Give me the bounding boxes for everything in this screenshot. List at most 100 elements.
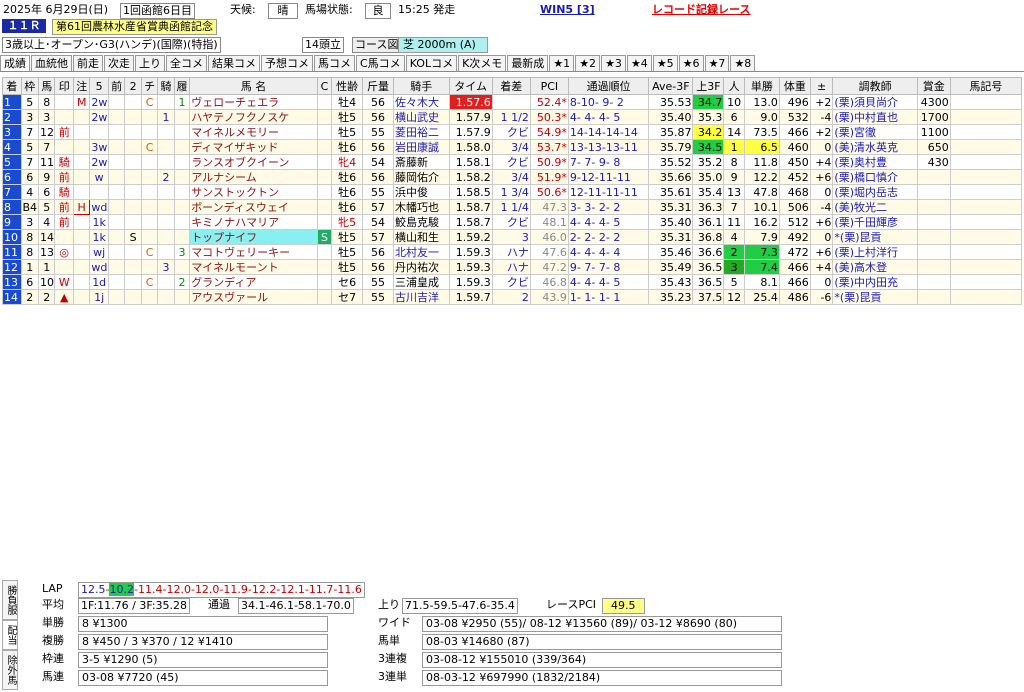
tab-12[interactable]: 最新成 [507,55,549,71]
column-header[interactable]: ± [809,77,834,95]
tab-1[interactable]: 血統他 [31,55,72,71]
column-header[interactable]: 5 [89,77,109,95]
table-row[interactable]: 3 7 12 前 マイネルメモリー 牡5 55 菱田裕二 1.57.9 クビ 54.9* 14-14-… [2,124,1023,140]
cell-26[interactable]: (栗)橋口慎介 [832,169,918,185]
cell-26[interactable]: (栗)上村洋行 [832,244,918,260]
table-row[interactable]: 9 3 4 前 1k キミノナハマリア 牝5 54 鮫島克駿 1.58.7 クビ 48.1 4- 4- … [2,214,1023,230]
cell-11[interactable]: ヴェローチェエラ [189,94,318,110]
tab-13[interactable]: ★1 [549,55,575,71]
cell-26[interactable]: (栗)宮徹 [832,124,918,140]
cell-11[interactable]: マイネルモーント [189,259,318,275]
column-header[interactable]: PCI [529,77,569,95]
column-header[interactable]: 賞金 [916,77,951,95]
column-header[interactable]: 上3F [692,77,725,95]
column-header[interactable]: 馬 名 [189,77,318,95]
column-header[interactable]: 調教師 [832,77,918,95]
cell-11[interactable]: ボーンディスウェイ [189,199,318,215]
tab-15[interactable]: ★3 [601,55,626,71]
column-header[interactable]: 体重 [778,77,811,95]
table-row[interactable]: 11 8 13 ◎ wj C 3 マコトヴェリーキー 牡5 56 北村友一 1.59.3 ハナ 47.6 4… [2,244,1023,260]
column-header[interactable]: 騎手 [392,77,450,95]
column-header[interactable]: C [316,77,333,95]
cell-26[interactable]: (栗)須貝尚介 [832,94,918,110]
column-header[interactable]: 馬 [37,77,56,95]
column-header[interactable]: 枠 [20,77,40,95]
column-header[interactable]: 着 [2,77,22,95]
tab-18[interactable]: ★6 [678,55,704,71]
cell-11[interactable]: アウスヴァール [189,289,318,305]
tab-0[interactable]: 成績 [0,55,30,71]
column-header[interactable]: 2 [124,77,142,95]
table-row[interactable]: 14 2 2 ▲ 1j アウスヴァール セ7 55 古川吉洋 1.59.7 2 43.9 1- 1- 1… [2,289,1023,305]
column-header[interactable]: 騎 [157,77,175,95]
tab-4[interactable]: 上り [135,55,165,71]
tab-9[interactable]: C馬コメ [356,55,405,71]
cell-11[interactable]: キミノナハマリア [189,214,318,230]
column-header[interactable]: 性齢 [331,77,364,95]
column-header[interactable]: チ [140,77,159,95]
cell-26[interactable]: (美)高木登 [832,259,918,275]
cell-26[interactable]: (美)牧光二 [832,199,918,215]
tab-19[interactable]: ★7 [704,55,730,71]
cell-11[interactable]: マコトヴェリーキー [189,244,318,260]
column-header[interactable]: 単勝 [743,77,780,95]
tab-6[interactable]: 結果コメ [208,55,260,71]
cell-26[interactable]: (栗)中村直也 [832,109,918,125]
column-header[interactable]: タイム [448,77,493,95]
table-row[interactable]: 6 6 9 前 w 2 アルナシーム 牡6 56 藤岡佑介 1.58.2 3/4 51.9* 9-12-1… [2,169,1023,185]
cell-26[interactable]: *(栗)昆貢 [832,229,918,245]
cell-26[interactable]: (栗)千田輝彦 [832,214,918,230]
table-row[interactable]: 8 B4 5 前 Hwd ボーンディスウェイ 牡6 57 木幡巧也 1.58.7 1 1/4 47.3… [2,199,1023,215]
cell-8 [140,169,159,185]
column-header[interactable]: 履 [173,77,191,95]
side-tab-silks[interactable]: 勝負服 [2,580,18,620]
tab-17[interactable]: ★5 [652,55,678,71]
table-row[interactable]: 4 5 7 3w C ディマイザキッド 牡6 56 岩田康誠 1.58.0 3/4 53.7* 13-1… [2,139,1023,155]
cell-26[interactable]: (美)清水英克 [832,139,918,155]
cell-11[interactable]: ディマイザキッド [189,139,318,155]
cell-11[interactable]: サンストックトン [189,184,318,200]
cell-11[interactable]: ハヤテノフクノスケ [189,109,318,125]
tab-20[interactable]: ★8 [730,55,756,71]
cell-26[interactable]: (栗)奥村豊 [832,154,918,170]
column-header[interactable]: 人 [723,77,745,95]
cell-26[interactable]: (栗)中内田充 [832,274,918,290]
cell-26[interactable]: *(栗)昆貢 [832,289,918,305]
tab-14[interactable]: ★2 [575,55,601,71]
cell-11[interactable]: マイネルメモリー [189,124,318,140]
tab-7[interactable]: 予想コメ [261,55,313,71]
tab-2[interactable]: 前走 [73,55,103,71]
cell-16: 1.58.0 [448,139,493,155]
column-header[interactable]: 着差 [491,77,531,95]
cell-11[interactable]: グランディア [189,274,318,290]
table-row[interactable]: 7 4 6 騎 サンストックトン 牡6 55 浜中俊 1.58.5 1 3/4 50.6* 12-11… [2,184,1023,200]
table-row[interactable]: 2 3 3 2w 1 ハヤテノフクノスケ 牡5 56 横山武史 1.57.9 1 1/2 50.3* 4… [2,109,1023,125]
column-header[interactable]: 注 [72,77,91,95]
column-header[interactable]: Ave-3F [648,77,694,95]
tab-3[interactable]: 次走 [104,55,134,71]
course-map-button[interactable]: コース図 [352,37,402,53]
column-header[interactable]: 印 [54,77,74,95]
cell-26[interactable]: (栗)堀内岳志 [832,184,918,200]
tab-11[interactable]: K次メモ [458,55,507,71]
tab-5[interactable]: 全コメ [166,55,207,71]
table-row[interactable]: 12 1 1 wd 3 マイネルモーント 牡5 56 丹内祐次 1.59.3 ハナ 47.2 9- 7-… [2,259,1023,275]
cell-11[interactable]: トップナイフ [189,229,318,245]
column-header[interactable]: 斤量 [362,77,394,95]
table-row[interactable]: 10 8 14 1k S トップナイフ S 牡5 57 横山和生 1.59.2 3 46.0 2- 2- … [2,229,1023,245]
cell-11[interactable]: ランスオブクイーン [189,154,318,170]
side-tab-payout[interactable]: 配当 [2,620,18,650]
tab-10[interactable]: KOLコメ [405,55,458,71]
table-row[interactable]: 13 6 10 W 1d C 2 グランディア セ6 55 三浦皇成 1.59.3 クビ 46.8 4- 4… [2,274,1023,290]
cell-11[interactable]: アルナシーム [189,169,318,185]
table-row[interactable]: 5 7 11 騎 2w ランスオブクイーン 牝4 54 斎藤新 1.58.1 クビ 50.9* 7- 7… [2,154,1023,170]
side-tab-scratched[interactable]: 除外馬 [2,650,18,690]
table-row[interactable]: 1 5 8 M 2w C 1 ヴェローチェエラ 牡4 56 佐々木大 1.57.6 52.4* 8-10-… [2,94,1023,110]
win5-link[interactable]: WIN5 [3] [540,3,595,17]
column-header[interactable]: 通過順位 [567,77,650,95]
column-header[interactable]: 馬記号 [949,77,1023,95]
tab-8[interactable]: 馬コメ [314,55,355,71]
race-name: 第61回農林水産省賞典函館記念 [52,19,217,35]
tab-16[interactable]: ★4 [626,55,652,71]
column-header[interactable]: 前 [107,77,126,95]
